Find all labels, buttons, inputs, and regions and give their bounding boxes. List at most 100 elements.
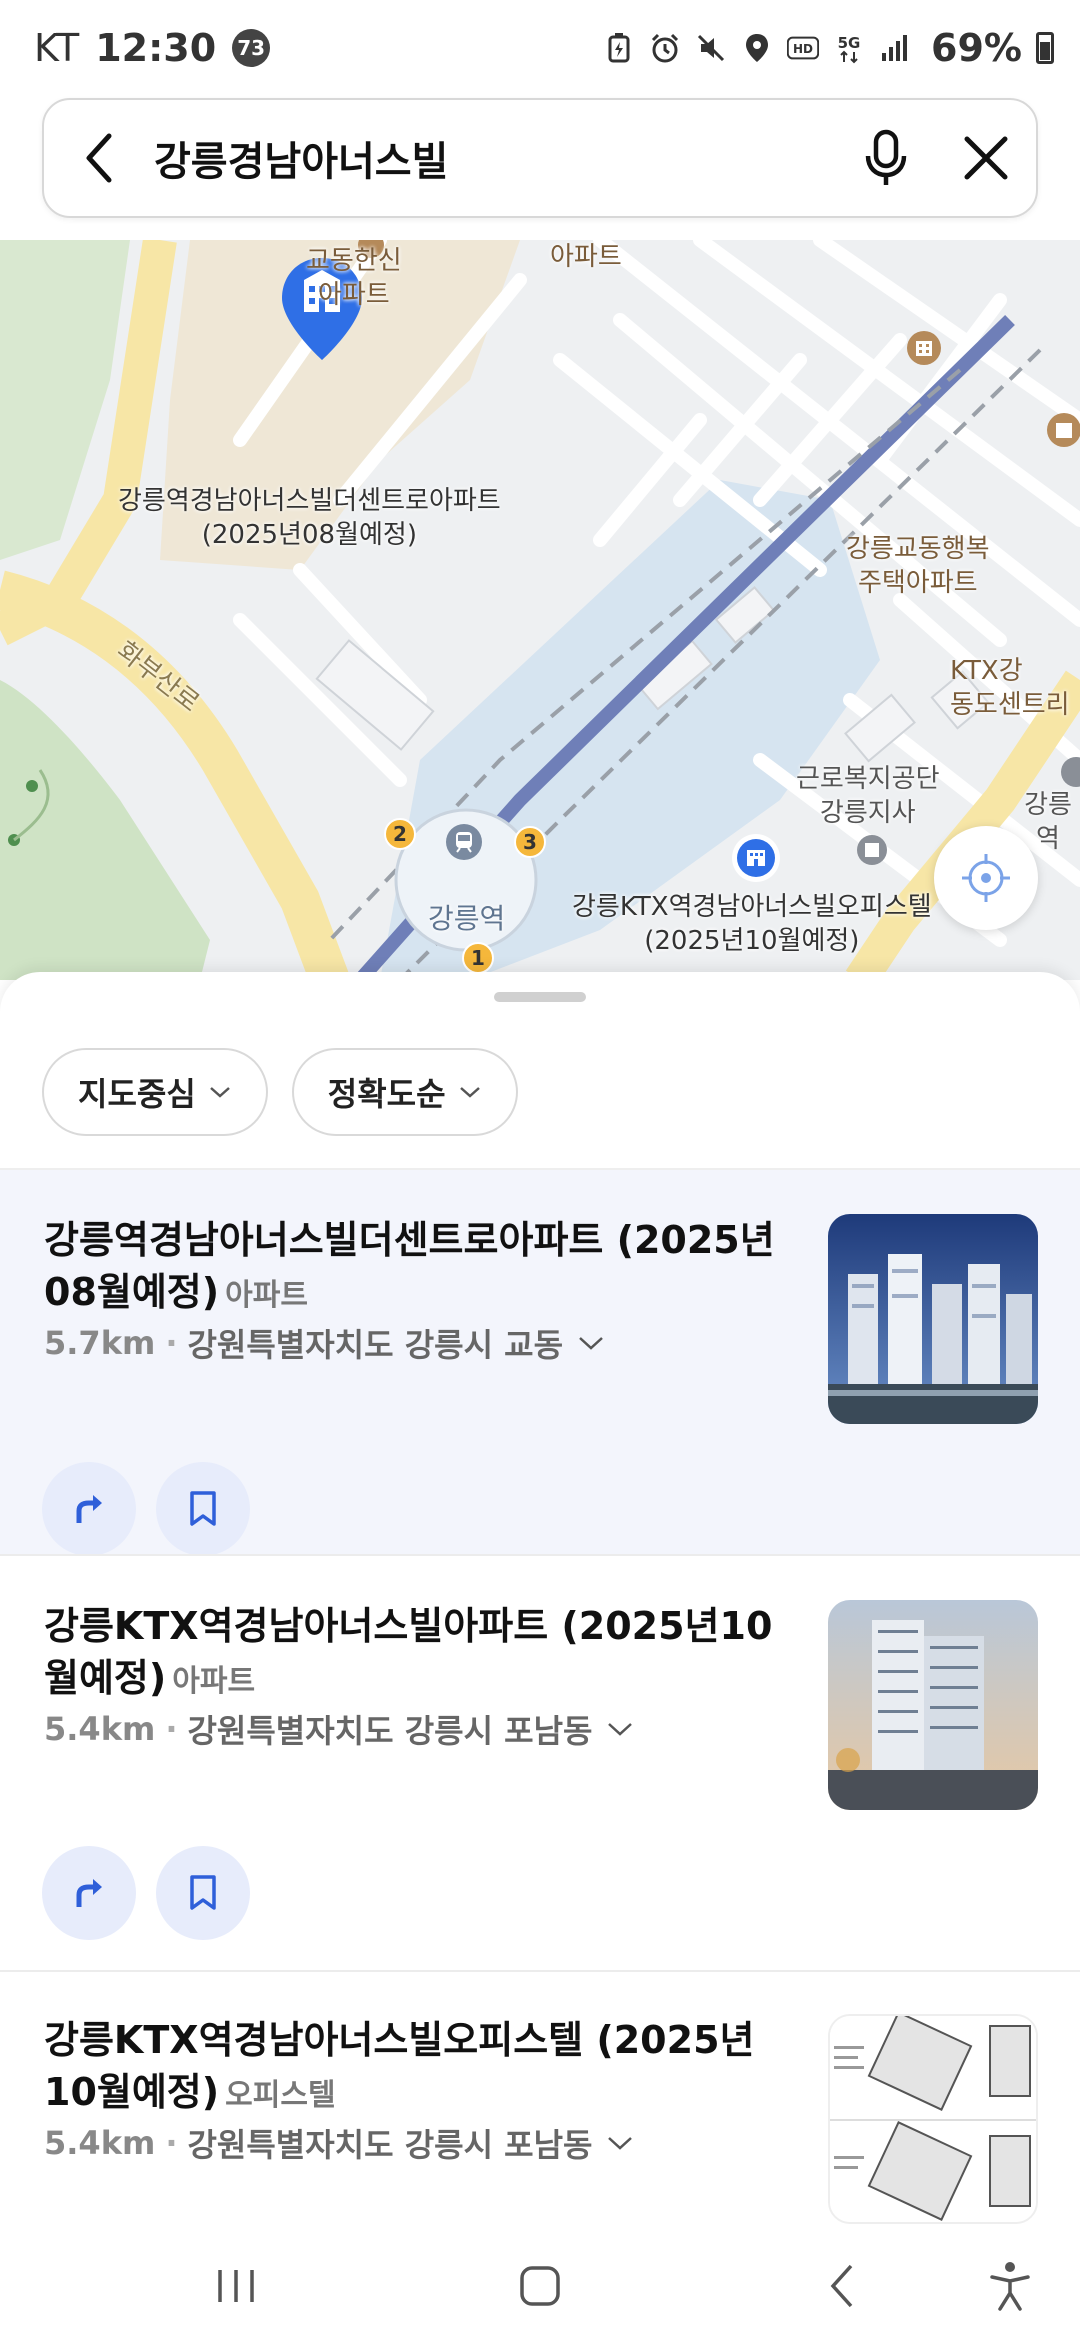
- meta-separator: ·: [165, 1324, 178, 1362]
- result-item[interactable]: 강릉역경남아너스빌더센트로아파트 (2025년08월예정) 아파트 5.7km ·…: [0, 1170, 1080, 1556]
- microphone-icon: [865, 129, 907, 185]
- recent-apps-button[interactable]: [176, 2232, 296, 2340]
- clear-search-button[interactable]: [936, 100, 1036, 216]
- filter-chip-label: 정확도순: [327, 1075, 446, 1113]
- home-icon: [520, 2266, 560, 2306]
- search-input[interactable]: 강릉경남아너스빌: [154, 129, 836, 187]
- system-navigation-bar: [0, 2232, 1080, 2340]
- chevron-down-icon[interactable]: [577, 1334, 605, 1352]
- accessibility-icon: [990, 2262, 1030, 2311]
- filter-chip-map-center[interactable]: 지도중심: [42, 1048, 268, 1136]
- battery-saver-icon: [603, 31, 635, 65]
- svg-text:HD: HD: [793, 42, 813, 56]
- voice-search-button[interactable]: [836, 100, 936, 216]
- train-station-icon[interactable]: [444, 822, 484, 862]
- result-category: 아파트: [172, 1664, 256, 1699]
- result-category: 오피스텔: [225, 2078, 336, 2113]
- apartment-poi-icon[interactable]: [906, 330, 942, 366]
- hd-icon: HD: [787, 31, 820, 65]
- back-button[interactable]: [44, 100, 154, 216]
- result-category: 아파트: [225, 1278, 308, 1313]
- meta-separator: ·: [165, 2124, 178, 2162]
- directions-button[interactable]: [42, 1846, 136, 1940]
- result-actions: [42, 1846, 250, 1940]
- recent-apps-icon: [218, 2270, 254, 2302]
- home-button[interactable]: [480, 2232, 600, 2340]
- office-poi-icon[interactable]: [856, 834, 888, 866]
- map-label-station: 강릉역: [428, 902, 506, 935]
- current-location-button[interactable]: [934, 826, 1038, 930]
- battery-percent: 69%: [931, 26, 1022, 70]
- chevron-down-icon: [209, 1087, 230, 1098]
- result-distance: 5.4km: [44, 2124, 156, 2162]
- bookmark-button[interactable]: [156, 1846, 250, 1940]
- result-address: 강원특별자치도 강릉시 교동: [187, 1326, 564, 1364]
- chevron-down-icon[interactable]: [606, 1720, 634, 1738]
- meta-separator: ·: [165, 1710, 178, 1748]
- location-icon: [741, 31, 773, 65]
- status-right: HD 5G 69%: [603, 26, 1054, 70]
- filter-bar: 지도중심 정확도순: [42, 1048, 518, 1136]
- result-title[interactable]: 강릉KTX역경남아너스빌아파트 (2025년10월예정) 아파트: [44, 1600, 804, 1708]
- result-title[interactable]: 강릉역경남아너스빌더센트로아파트 (2025년08월예정) 아파트: [44, 1214, 804, 1322]
- result-actions: [42, 1462, 250, 1556]
- accessibility-button[interactable]: [950, 2232, 1070, 2340]
- alarm-icon: [649, 31, 681, 65]
- result-title-text: 강릉KTX역경남아너스빌아파트 (2025년10월예정): [44, 1604, 773, 1700]
- exit-3-marker[interactable]: 3: [514, 826, 546, 858]
- bookmark-icon: [190, 1875, 216, 1910]
- result-meta[interactable]: 5.7km · 강원특별자치도 강릉시 교동: [44, 1320, 605, 1366]
- crosshair-icon: [962, 854, 1010, 902]
- poi-icon-right[interactable]: [1060, 756, 1080, 788]
- map-label-officetel: 강릉KTX역경남아너스빌오피스텔 (2025년10월예정): [572, 892, 932, 956]
- search-bar[interactable]: 강릉경남아너스빌: [42, 98, 1038, 218]
- close-icon: [964, 136, 1008, 180]
- bookmark-icon: [190, 1491, 216, 1526]
- battery-icon: [1036, 32, 1054, 64]
- chevron-down-icon: [459, 1087, 480, 1098]
- status-left: KT 12:30 73: [34, 26, 271, 70]
- exit-1-marker[interactable]: 1: [462, 942, 494, 974]
- result-title[interactable]: 강릉KTX역경남아너스빌오피스텔 (2025년10월예정) 오피스텔: [44, 2014, 804, 2122]
- filter-chip-label: 지도중심: [78, 1075, 196, 1113]
- back-icon: [830, 2264, 853, 2308]
- map-label-ktx-dongdo: KTX강 동도센트리: [950, 656, 1070, 720]
- map-label-apartment: 아파트: [550, 242, 622, 272]
- result-thumbnail[interactable]: [828, 1214, 1038, 1424]
- signal-icon: [879, 31, 911, 65]
- system-back-button[interactable]: [782, 2232, 902, 2340]
- result-meta[interactable]: 5.4km · 강원특별자치도 강릉시 포남동: [44, 2120, 634, 2166]
- result-distance: 5.7km: [44, 1324, 156, 1362]
- map-view[interactable]: 2 3 1 교동한신 아파트 아파트 강릉역경남아너스빌더센트로아파트 (202…: [0, 240, 1080, 980]
- result-thumbnail[interactable]: [828, 1600, 1038, 1810]
- map-label-haengbok: 강릉교동행복 주택아파트: [846, 534, 990, 598]
- result-address: 강원특별자치도 강릉시 포남동: [187, 2126, 593, 2164]
- filter-chip-sort[interactable]: 정확도순: [291, 1048, 518, 1136]
- svg-text:5G: 5G: [838, 34, 861, 52]
- 5g-icon: 5G: [833, 31, 865, 65]
- carrier-label: KT: [34, 26, 80, 70]
- officetel-pin-icon[interactable]: [730, 832, 782, 884]
- results-bottom-sheet[interactable]: 지도중심 정확도순 강릉역경남아너스빌더센트로아파트 (2025년08월예정) 아…: [0, 972, 1080, 2232]
- status-bar: KT 12:30 73 HD 5G 69%: [0, 0, 1080, 96]
- directions-arrow-icon: [76, 1879, 102, 1907]
- apartment-poi-icon-2[interactable]: [1046, 412, 1080, 448]
- result-thumbnail[interactable]: [828, 2014, 1038, 2224]
- result-title-text: 강릉KTX역경남아너스빌오피스텔 (2025년10월예정): [44, 2018, 755, 2114]
- sheet-drag-handle[interactable]: [494, 992, 586, 1002]
- result-distance: 5.4km: [44, 1710, 156, 1748]
- result-title-text: 강릉역경남아너스빌더센트로아파트 (2025년08월예정): [44, 1218, 775, 1314]
- clock: 12:30: [95, 26, 217, 70]
- map-label-gyodong-hanshin: 교동한신 아파트: [306, 246, 402, 310]
- result-item[interactable]: 강릉KTX역경남아너스빌아파트 (2025년10월예정) 아파트 5.4km · …: [0, 1556, 1080, 1970]
- chevron-down-icon[interactable]: [606, 2134, 634, 2152]
- result-item[interactable]: 강릉KTX역경남아너스빌오피스텔 (2025년10월예정) 오피스텔 5.4km …: [0, 1972, 1080, 2232]
- back-arrow-icon: [86, 133, 112, 183]
- directions-arrow-icon: [76, 1495, 102, 1523]
- mute-icon: [695, 31, 727, 65]
- directions-button[interactable]: [42, 1462, 136, 1556]
- map-label-selected-place: 강릉역경남아너스빌더센트로아파트 (2025년08월예정): [118, 486, 501, 550]
- exit-2-marker[interactable]: 2: [384, 818, 416, 850]
- bookmark-button[interactable]: [156, 1462, 250, 1556]
- result-meta[interactable]: 5.4km · 강원특별자치도 강릉시 포남동: [44, 1706, 634, 1752]
